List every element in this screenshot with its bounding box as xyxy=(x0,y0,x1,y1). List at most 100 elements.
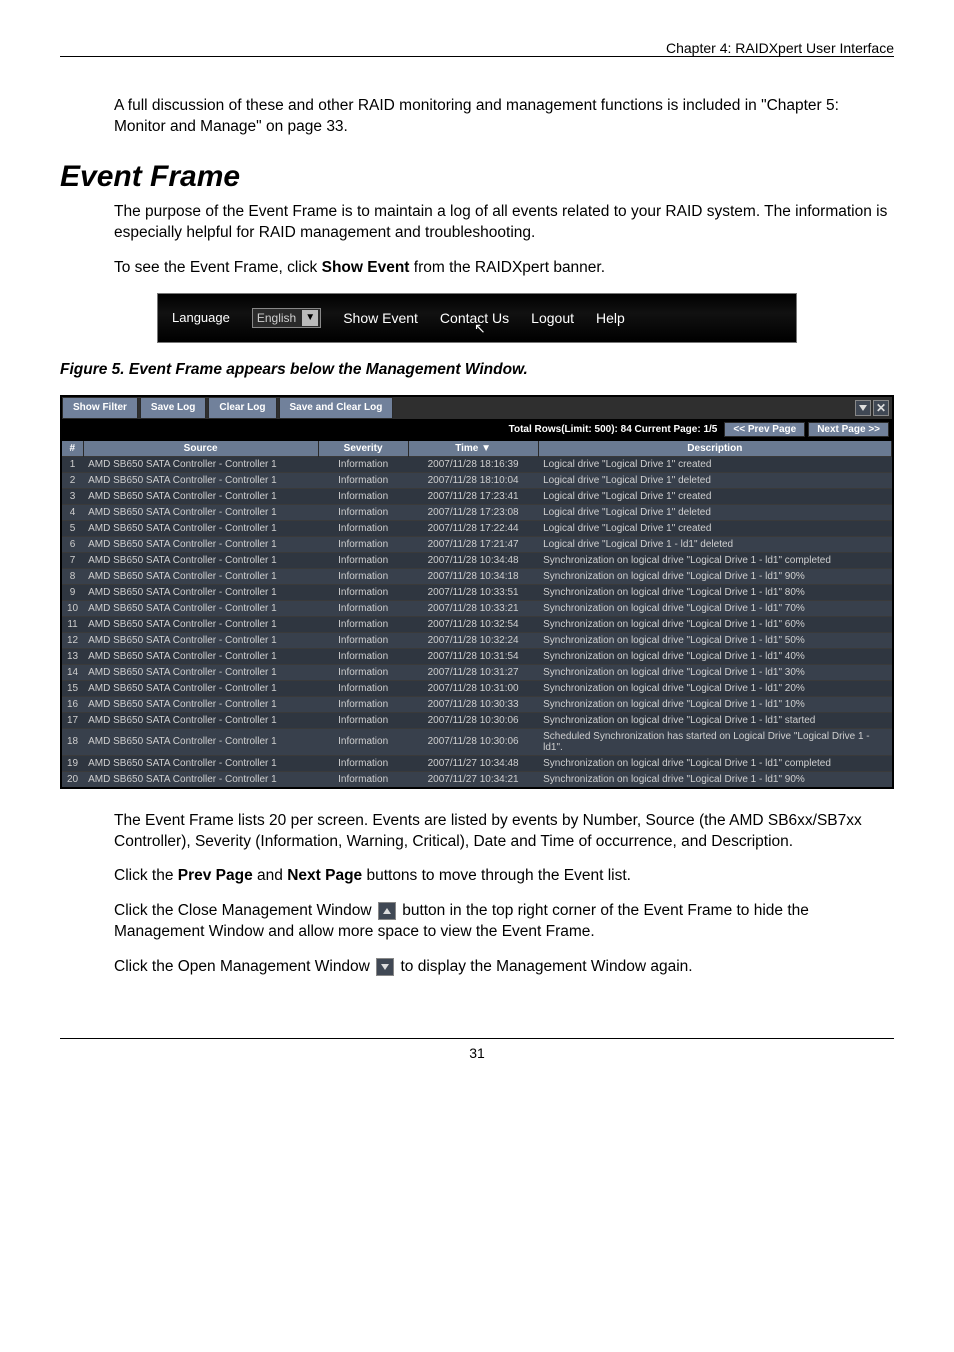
table-row[interactable]: 11AMD SB650 SATA Controller - Controller… xyxy=(62,616,892,632)
cell-severity: Information xyxy=(318,600,408,616)
table-header-row: # Source Severity Time ▼ Description xyxy=(62,441,892,457)
language-value: English xyxy=(257,311,296,325)
table-row[interactable]: 5AMD SB650 SATA Controller - Controller … xyxy=(62,520,892,536)
table-row[interactable]: 1AMD SB650 SATA Controller - Controller … xyxy=(62,456,892,472)
cell-description: Synchronization on logical drive "Logica… xyxy=(538,712,891,728)
raidxpert-banner: Language English ▼ Show Event Contact Us… xyxy=(157,293,797,343)
cell-severity: Information xyxy=(318,728,408,755)
table-row[interactable]: 2AMD SB650 SATA Controller - Controller … xyxy=(62,472,892,488)
cell-time: 2007/11/28 10:33:21 xyxy=(408,600,538,616)
col-source[interactable]: Source xyxy=(83,441,318,457)
cell-description: Logical drive "Logical Drive 1" deleted xyxy=(538,504,891,520)
table-row[interactable]: 3AMD SB650 SATA Controller - Controller … xyxy=(62,488,892,504)
cell-num: 16 xyxy=(62,696,83,712)
prev-page-button[interactable]: << Prev Page xyxy=(724,422,805,437)
col-severity[interactable]: Severity xyxy=(318,441,408,457)
col-description[interactable]: Description xyxy=(538,441,891,457)
table-row[interactable]: 13AMD SB650 SATA Controller - Controller… xyxy=(62,648,892,664)
cell-time: 2007/11/28 10:30:33 xyxy=(408,696,538,712)
col-time[interactable]: Time ▼ xyxy=(408,441,538,457)
contact-us-link[interactable]: Contact Us xyxy=(440,310,509,326)
cell-description: Synchronization on logical drive "Logica… xyxy=(538,632,891,648)
cell-severity: Information xyxy=(318,584,408,600)
cell-num: 8 xyxy=(62,568,83,584)
cell-time: 2007/11/28 10:31:00 xyxy=(408,680,538,696)
table-row[interactable]: 12AMD SB650 SATA Controller - Controller… xyxy=(62,632,892,648)
cell-description: Synchronization on logical drive "Logica… xyxy=(538,584,891,600)
cell-description: Synchronization on logical drive "Logica… xyxy=(538,696,891,712)
table-row[interactable]: 4AMD SB650 SATA Controller - Controller … xyxy=(62,504,892,520)
table-row[interactable]: 18AMD SB650 SATA Controller - Controller… xyxy=(62,728,892,755)
cell-source: AMD SB650 SATA Controller - Controller 1 xyxy=(83,680,318,696)
cell-num: 6 xyxy=(62,536,83,552)
cell-time: 2007/11/28 17:23:08 xyxy=(408,504,538,520)
cell-source: AMD SB650 SATA Controller - Controller 1 xyxy=(83,600,318,616)
bold-show-event: Show Event xyxy=(322,259,410,276)
pager-info: Total Rows(Limit: 500): 84 Current Page:… xyxy=(509,424,722,435)
text: To see the Event Frame, click xyxy=(114,259,322,276)
cell-severity: Information xyxy=(318,712,408,728)
cell-time: 2007/11/28 17:23:41 xyxy=(408,488,538,504)
cell-severity: Information xyxy=(318,755,408,771)
show-event-link[interactable]: Show Event xyxy=(343,310,418,326)
close-management-window-icon xyxy=(378,902,396,920)
table-row[interactable]: 7AMD SB650 SATA Controller - Controller … xyxy=(62,552,892,568)
table-row[interactable]: 16AMD SB650 SATA Controller - Controller… xyxy=(62,696,892,712)
help-link[interactable]: Help xyxy=(596,310,625,326)
open-management-window-icon[interactable] xyxy=(855,400,871,416)
cell-time: 2007/11/28 18:16:39 xyxy=(408,456,538,472)
cell-severity: Information xyxy=(318,771,408,787)
show-filter-button[interactable]: Show Filter xyxy=(62,397,138,419)
paragraph-paging: Click the Prev Page and Next Page button… xyxy=(114,866,894,887)
logout-link[interactable]: Logout xyxy=(531,310,574,326)
save-and-clear-log-button[interactable]: Save and Clear Log xyxy=(279,397,394,419)
cell-severity: Information xyxy=(318,488,408,504)
cell-time: 2007/11/28 17:21:47 xyxy=(408,536,538,552)
cell-description: Logical drive "Logical Drive 1" created xyxy=(538,520,891,536)
save-log-button[interactable]: Save Log xyxy=(140,397,206,419)
cell-num: 13 xyxy=(62,648,83,664)
language-select[interactable]: English ▼ xyxy=(252,308,321,328)
cell-source: AMD SB650 SATA Controller - Controller 1 xyxy=(83,616,318,632)
open-management-window-icon-inline xyxy=(376,958,394,976)
table-row[interactable]: 8AMD SB650 SATA Controller - Controller … xyxy=(62,568,892,584)
text: to display the Management Window again. xyxy=(396,958,692,975)
cell-severity: Information xyxy=(318,616,408,632)
cell-num: 19 xyxy=(62,755,83,771)
cell-num: 5 xyxy=(62,520,83,536)
table-row[interactable]: 6AMD SB650 SATA Controller - Controller … xyxy=(62,536,892,552)
cell-num: 2 xyxy=(62,472,83,488)
cell-description: Synchronization on logical drive "Logica… xyxy=(538,771,891,787)
cell-num: 18 xyxy=(62,728,83,755)
cell-time: 2007/11/28 10:34:18 xyxy=(408,568,538,584)
cell-time: 2007/11/28 18:10:04 xyxy=(408,472,538,488)
cell-time: 2007/11/28 17:22:44 xyxy=(408,520,538,536)
paragraph-open-window: Click the Open Management Window to disp… xyxy=(114,957,894,978)
cell-description: Synchronization on logical drive "Logica… xyxy=(538,616,891,632)
close-icon[interactable]: ✕ xyxy=(873,400,889,416)
cell-description: Logical drive "Logical Drive 1 - ld1" de… xyxy=(538,536,891,552)
cell-description: Logical drive "Logical Drive 1" created xyxy=(538,456,891,472)
clear-log-button[interactable]: Clear Log xyxy=(208,397,276,419)
col-num[interactable]: # xyxy=(62,441,83,457)
table-row[interactable]: 9AMD SB650 SATA Controller - Controller … xyxy=(62,584,892,600)
paragraph-close-window: Click the Close Management Window button… xyxy=(114,901,894,943)
event-table: # Source Severity Time ▼ Description 1AM… xyxy=(62,441,892,787)
chevron-down-icon: ▼ xyxy=(302,310,318,326)
table-row[interactable]: 20AMD SB650 SATA Controller - Controller… xyxy=(62,771,892,787)
table-row[interactable]: 17AMD SB650 SATA Controller - Controller… xyxy=(62,712,892,728)
next-page-button[interactable]: Next Page >> xyxy=(808,422,889,437)
table-row[interactable]: 14AMD SB650 SATA Controller - Controller… xyxy=(62,664,892,680)
table-row[interactable]: 19AMD SB650 SATA Controller - Controller… xyxy=(62,755,892,771)
chapter-header: Chapter 4: RAIDXpert User Interface xyxy=(60,40,894,56)
table-row[interactable]: 15AMD SB650 SATA Controller - Controller… xyxy=(62,680,892,696)
text: from the RAIDXpert banner. xyxy=(409,259,605,276)
cell-description: Synchronization on logical drive "Logica… xyxy=(538,600,891,616)
cell-source: AMD SB650 SATA Controller - Controller 1 xyxy=(83,648,318,664)
cell-time: 2007/11/28 10:31:54 xyxy=(408,648,538,664)
cell-time: 2007/11/28 10:32:24 xyxy=(408,632,538,648)
table-row[interactable]: 10AMD SB650 SATA Controller - Controller… xyxy=(62,600,892,616)
cell-severity: Information xyxy=(318,664,408,680)
text: Click the Open Management Window xyxy=(114,958,374,975)
language-label: Language xyxy=(172,310,230,325)
